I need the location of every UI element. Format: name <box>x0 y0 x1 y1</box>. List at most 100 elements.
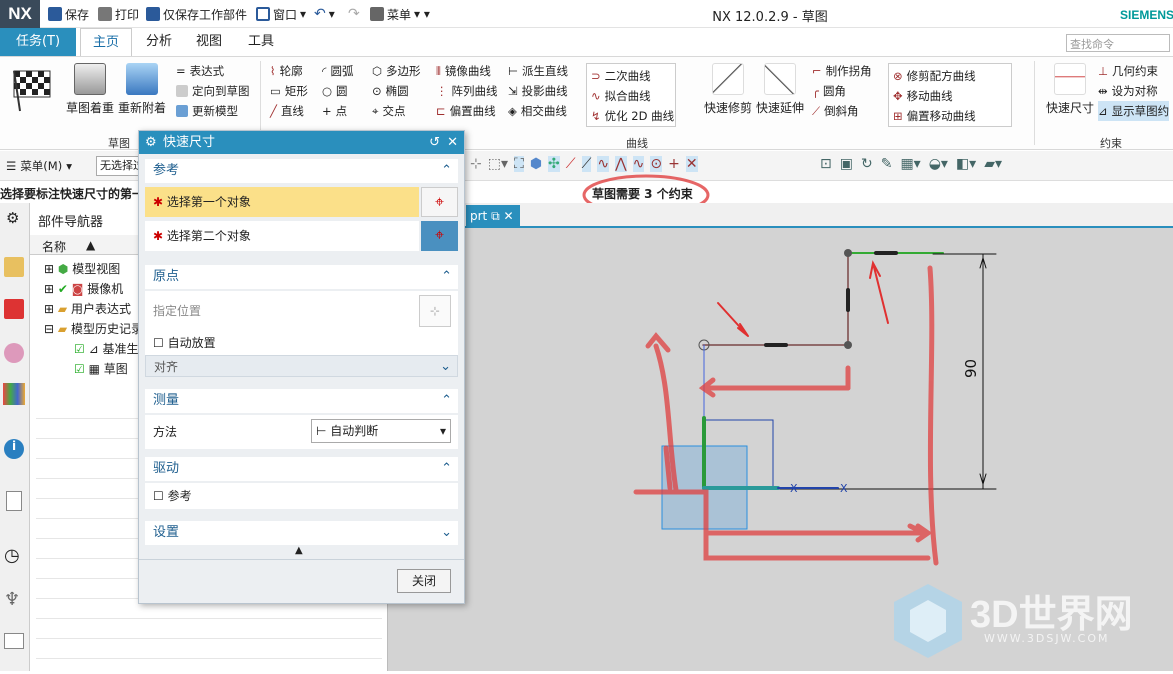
rectangle-button[interactable]: ▭ 矩形 <box>270 81 308 101</box>
end-point-icon[interactable]: ⟋ <box>566 156 576 172</box>
info-icon[interactable]: i <box>4 439 24 459</box>
intersection-snap-icon[interactable]: ✕ <box>685 156 698 172</box>
gear-icon[interactable]: ⚙ <box>145 131 157 154</box>
palette-icon[interactable] <box>4 633 24 649</box>
offset-curve-button[interactable]: ⊏ 偏置曲线 <box>436 101 498 121</box>
document-tab[interactable]: prt ⧉ ✕ <box>466 205 520 227</box>
quick-extend-button[interactable]: 快速延伸 <box>756 63 804 116</box>
reorient-sketch-button[interactable]: 草图着重 <box>66 63 114 116</box>
tab-task[interactable]: 任务(T) <box>0 28 76 56</box>
rapid-dimension-button[interactable]: 快速尺寸 <box>1046 63 1094 116</box>
make-symmetric-button[interactable]: ⇹ 设为对称 <box>1098 81 1169 101</box>
circle-button[interactable]: ○ 圆 <box>322 81 353 101</box>
conic-button[interactable]: ⊃ 二次曲线 <box>591 66 671 86</box>
orient-to-sketch-button[interactable]: 定向到草图 <box>176 81 250 101</box>
circle-center-icon[interactable]: ⊙ <box>650 156 663 172</box>
save-button[interactable]: 保存 <box>48 5 89 23</box>
select-second-object-row[interactable]: ✱ 选择第二个对象 <box>145 221 419 251</box>
print-button[interactable]: 打印 <box>98 5 139 23</box>
close-icon[interactable]: ✕ <box>447 131 458 154</box>
tree-node-sketch[interactable]: ☑ ▦ 草图 <box>44 359 143 379</box>
specify-location-button[interactable]: ⊹ <box>419 295 451 327</box>
checkbox-checked-icon[interactable]: ☑ <box>74 362 85 376</box>
curve-snap-icon[interactable]: ∿ <box>597 156 610 172</box>
project-curve-button[interactable]: ⇲ 投影曲线 <box>508 81 568 101</box>
constraint-navigator-icon[interactable] <box>4 299 24 319</box>
reset-icon[interactable]: ↺ <box>429 131 440 154</box>
menu-button[interactable]: 菜单 ▾ ▾ <box>370 5 430 23</box>
optimize-2d-curve-button[interactable]: ↯ 优化 2D 曲线 <box>591 106 674 126</box>
history-clock-icon[interactable]: ◷ <box>4 545 20 566</box>
graphics-window[interactable]: X X 90 3D世界网 WWW.3DSJW.COM <box>388 228 1173 671</box>
sort-ascending-icon[interactable]: ▲ <box>86 238 95 252</box>
collapse-arrow-icon[interactable]: ▲ <box>295 545 303 556</box>
ellipse-button[interactable]: ⊙ 椭圆 <box>372 81 421 101</box>
quick-trim-button[interactable]: 快速修剪 <box>704 63 752 116</box>
tree-node-datum[interactable]: ☑ ⊿ 基准生 <box>44 339 143 359</box>
profile-button[interactable]: ⌇ 轮廓 <box>270 61 308 81</box>
command-search-input[interactable]: 查找命令 <box>1066 34 1170 52</box>
part-navigator-icon[interactable] <box>4 343 24 363</box>
pan-icon[interactable]: ✎ <box>881 156 893 172</box>
line-snap-icon[interactable]: ⟋ <box>581 156 592 172</box>
close-button[interactable]: 关闭 <box>397 569 451 593</box>
tree-node-model-views[interactable]: ⊞ ⬢ 模型视图 <box>44 259 143 279</box>
offset-move-curve-button[interactable]: ⊞ 偏置移动曲线 <box>893 106 1007 126</box>
fillet-button[interactable]: ╭ 圆角 <box>812 81 872 101</box>
select-box-icon[interactable]: ⬚▾ <box>488 156 508 172</box>
second-object-crosshair-button[interactable]: ⌖ <box>421 221 458 251</box>
update-model-button[interactable]: 更新模型 <box>176 101 250 121</box>
method-select[interactable]: ⊢ 自动判断 ▾ <box>311 419 451 443</box>
first-object-crosshair-button[interactable]: ⌖ <box>421 187 458 217</box>
chamfer-button[interactable]: ⟋ 倒斜角 <box>812 101 872 121</box>
gear-icon[interactable]: ⚙ <box>6 209 19 227</box>
reuse-library-icon[interactable] <box>3 383 25 405</box>
mirror-curve-button[interactable]: ⫴ 镜像曲线 <box>436 61 498 81</box>
fit-view-icon[interactable]: ⊡ <box>820 156 832 172</box>
intersection-point-button[interactable]: ⌖ 交点 <box>372 101 421 121</box>
align-subsection[interactable]: 对齐 ⌄ <box>145 355 458 377</box>
tree-node-model-history[interactable]: ⊟ ▰ 模型历史记录 <box>44 319 143 339</box>
zoom-icon[interactable]: ▣ <box>840 156 853 172</box>
plus-snap-icon[interactable]: + <box>668 156 680 172</box>
make-corner-button[interactable]: ⌐ 制作拐角 <box>812 61 872 81</box>
section-driving[interactable]: 驱动 ⌃ <box>145 457 458 481</box>
wave-snap-icon[interactable]: ∿ <box>632 156 645 172</box>
selection-filter-select[interactable]: 无选择过 <box>96 156 142 176</box>
menu-dropdown[interactable]: ☰ 菜单(M) ▾ <box>6 156 72 176</box>
intersect-curve-button[interactable]: ◈ 相交曲线 <box>508 101 568 121</box>
select-first-object-row[interactable]: ✱ 选择第一个对象 <box>145 187 419 217</box>
geometric-constraint-button[interactable]: ⊥ 几何约束 <box>1098 61 1169 81</box>
finish-sketch-button[interactable] <box>10 67 56 113</box>
pattern-curve-button[interactable]: ⋮ 阵列曲线 <box>436 81 498 101</box>
section-reference[interactable]: 参考 ⌃ <box>145 159 458 183</box>
tree-node-user-expressions[interactable]: ⊞ ▰ 用户表达式 <box>44 299 143 319</box>
reattach-button[interactable]: 重新附着 <box>118 63 166 116</box>
tree-node-cameras[interactable]: ⊞ ✔ ◙ 摄像机 <box>44 279 143 299</box>
line-button[interactable]: ╱ 直线 <box>270 101 308 121</box>
section-settings[interactable]: 设置 ⌄ <box>145 521 458 545</box>
reference-checkbox[interactable]: ☐ 参考 <box>145 483 458 509</box>
web-browser-icon[interactable] <box>6 491 22 511</box>
face-select-icon[interactable]: ⛶ <box>514 156 524 172</box>
checkbox-checked-icon[interactable]: ☑ <box>74 342 85 356</box>
move-curve-button[interactable]: ✥ 移动曲线 <box>893 86 1007 106</box>
body-select-icon[interactable]: ⬢ <box>530 156 542 172</box>
spline-snap-icon[interactable]: ⋀ <box>615 156 627 172</box>
robot-icon[interactable]: ♆ <box>4 589 20 610</box>
expression-button[interactable]: = 表达式 <box>176 61 250 81</box>
layer-icon[interactable]: ◧▾ <box>956 156 976 172</box>
redo-button[interactable]: ↷ <box>348 5 360 23</box>
section-origin[interactable]: 原点 ⌃ <box>145 265 458 289</box>
snap-icon[interactable]: ⊹ <box>470 156 482 172</box>
snap-points-icon[interactable]: ✣ <box>548 156 560 172</box>
show-sketch-constraints-button[interactable]: ⊿ 显示草图约 <box>1098 101 1170 121</box>
window-menu[interactable]: 窗口 ▾ <box>256 5 306 23</box>
fit-curve-button[interactable]: ∿ 拟合曲线 <box>591 86 671 106</box>
auto-place-checkbox[interactable]: ☐ 自动放置 <box>145 331 458 355</box>
rotate-icon[interactable]: ↻ <box>861 156 873 172</box>
view-orient-icon[interactable]: ◒▾ <box>929 156 948 172</box>
assembly-navigator-icon[interactable] <box>4 257 24 277</box>
undo-button[interactable]: ↶ ▾ <box>314 5 335 23</box>
derived-line-button[interactable]: ⊢ 派生直线 <box>508 61 568 81</box>
